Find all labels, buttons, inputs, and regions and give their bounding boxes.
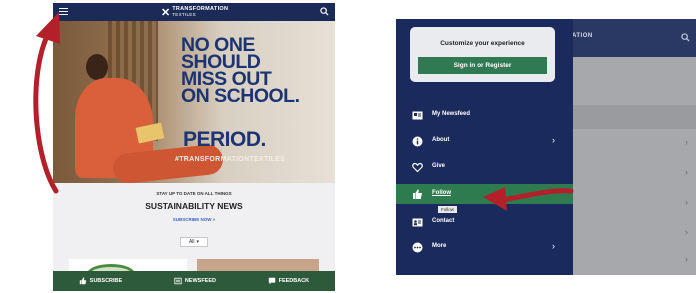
background-content-band <box>571 105 696 129</box>
hero-hashtag: #TRANSFORMATIONTEXTILES <box>175 156 286 163</box>
annotation-arrow <box>33 12 60 194</box>
search-icon[interactable] <box>681 33 690 42</box>
navigation-drawer: Customize your experience Sign in or Reg… <box>396 19 573 275</box>
menu-item-more[interactable]: More › <box>396 237 573 257</box>
search-icon[interactable] <box>320 7 329 16</box>
menu-item-about[interactable]: About › <box>396 131 573 151</box>
more-icon <box>412 242 423 253</box>
chevron-right-icon: › <box>685 254 688 264</box>
logo-x-icon: ✕ <box>161 6 170 19</box>
brand-logo[interactable]: ✕ TRANSFORMATION TEXTILES <box>161 6 228 18</box>
thumbs-up-icon <box>79 277 86 285</box>
chevron-right-icon: › <box>685 167 688 177</box>
news-kicker: STAY UP TO DATE ON ALL THINGS <box>156 191 232 196</box>
chevron-right-icon: › <box>552 241 555 251</box>
hero-banner[interactable]: NO ONE SHOULD MISS OUT ON SCHOOL. PERIOD… <box>53 21 335 183</box>
chat-bubble-icon <box>268 277 275 285</box>
right-phone-screen: ATION › › › › › Customize your experienc… <box>396 19 696 275</box>
left-phone-screen: ✕ TRANSFORMATION TEXTILES NO ONE SHOULD … <box>53 0 335 293</box>
news-card[interactable] <box>69 259 187 271</box>
hero-headline: NO ONE SHOULD MISS OUT ON SCHOOL. <box>181 34 300 107</box>
news-filter-select[interactable]: All ▾ <box>180 237 208 247</box>
news-card[interactable] <box>197 259 319 271</box>
logo-bottom-text: TEXTILES <box>172 12 196 17</box>
newsfeed-nav-button[interactable]: NEWSFEED <box>174 277 216 285</box>
menu-item-contact[interactable]: Contact <box>396 212 573 232</box>
hero-period-text: PERIOD. <box>183 128 266 151</box>
customize-panel: Customize your experience Sign in or Reg… <box>410 27 555 82</box>
top-bar: ✕ TRANSFORMATION TEXTILES <box>53 3 335 21</box>
newsfeed-icon <box>412 111 423 120</box>
chevron-right-icon: › <box>685 197 688 207</box>
header-title: ATION <box>572 33 593 39</box>
sign-in-register-button[interactable]: Sign in or Register <box>418 57 547 74</box>
menu-item-give[interactable]: Give <box>396 157 573 177</box>
news-section: STAY UP TO DATE ON ALL THINGS SUSTAINABI… <box>53 183 335 271</box>
feedback-nav-button[interactable]: FEEDBACK <box>268 277 309 285</box>
annotation-arrow <box>483 187 574 211</box>
chevron-right-icon: › <box>685 137 688 147</box>
follow-icon <box>413 189 422 199</box>
chevron-down-icon: ▾ <box>196 239 200 245</box>
contact-card-icon <box>412 218 423 227</box>
news-heading: SUSTAINABILITY NEWS <box>145 201 243 211</box>
hero-photo-person <box>86 54 108 80</box>
info-icon <box>412 136 423 147</box>
subscribe-nav-button[interactable]: SUBSCRIBE <box>79 277 122 285</box>
subscribe-now-link[interactable]: SUBSCRIBE NOW » <box>53 217 335 222</box>
customize-title: Customize your experience <box>440 40 525 47</box>
menu-item-my-newsfeed[interactable]: My Newsfeed <box>396 105 573 125</box>
bottom-nav: SUBSCRIBE NEWSFEED FEEDBACK <box>53 271 335 291</box>
chevron-right-icon: › <box>685 227 688 237</box>
chevron-right-icon: › <box>552 135 555 145</box>
heart-icon <box>412 162 423 173</box>
newspaper-icon <box>174 277 182 285</box>
